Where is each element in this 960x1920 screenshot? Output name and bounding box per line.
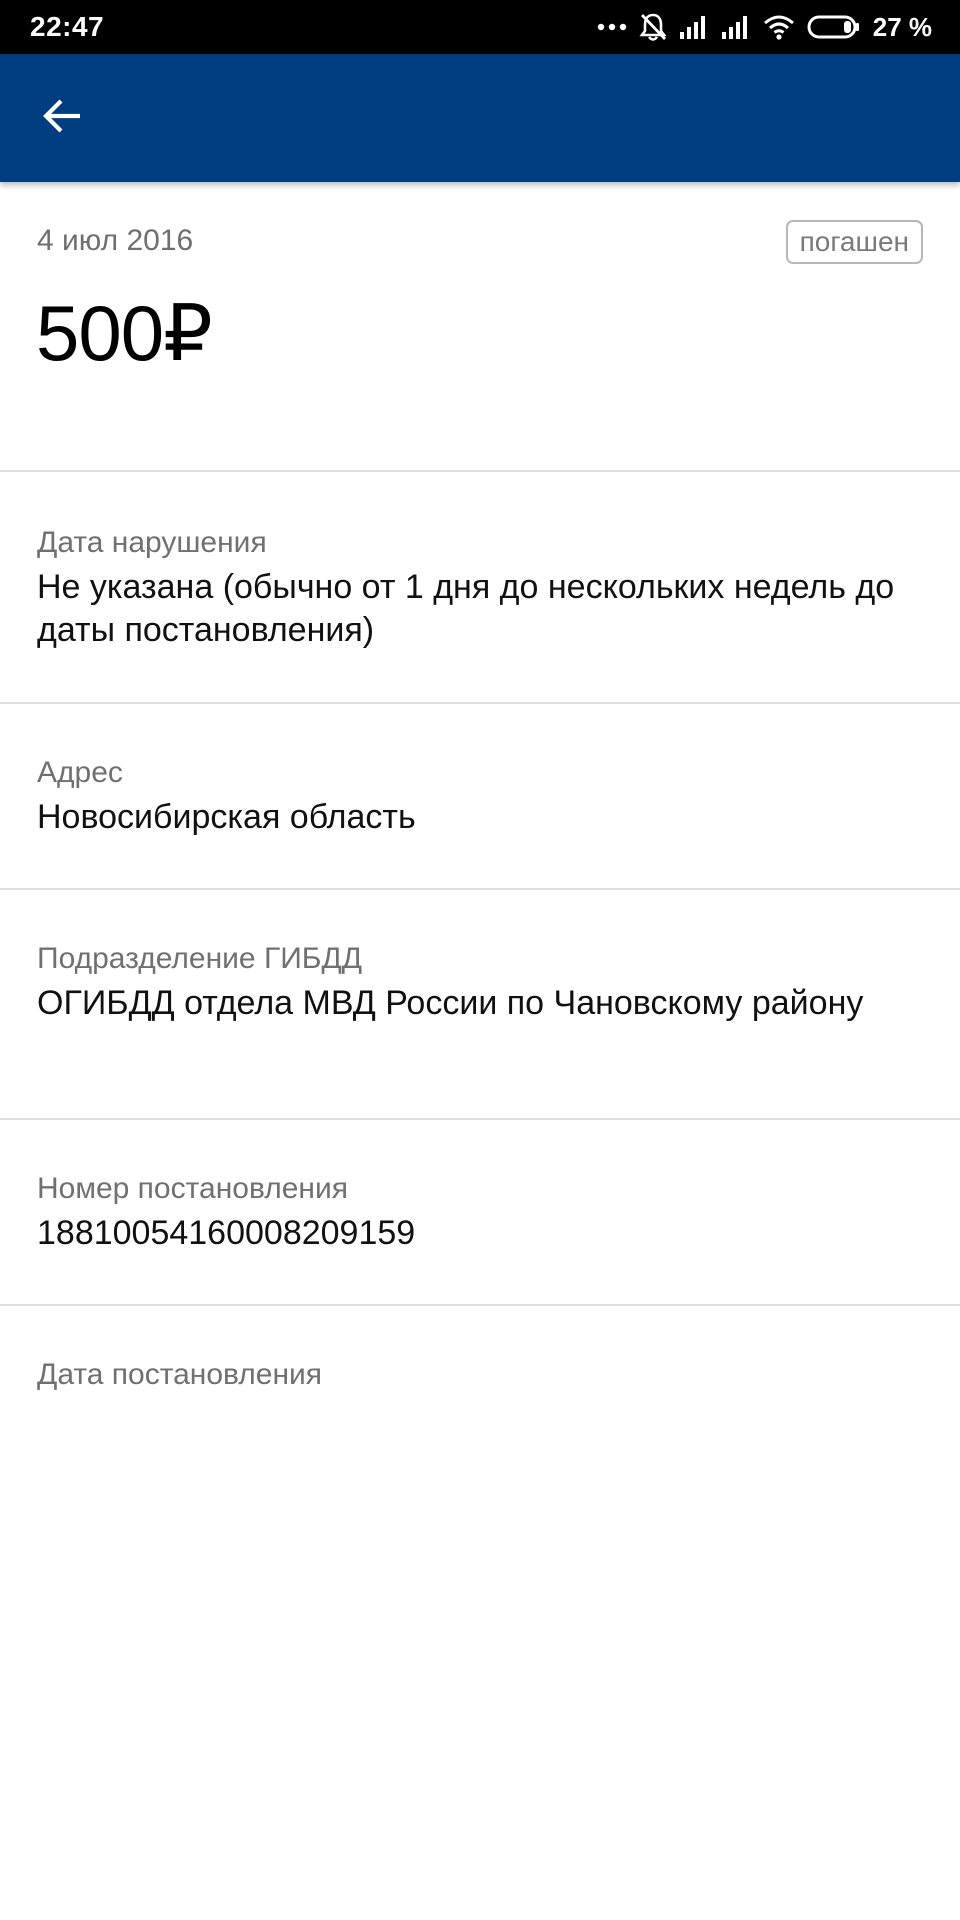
detail-label: Номер постановления [37,1172,348,1205]
more-dots-icon [597,22,627,32]
fine-date: 4 июл 2016 [37,224,194,257]
app-bar [0,54,960,182]
notifications-off-icon [639,12,667,42]
fine-header: 4 июл 2016 погашен 500₽ [0,182,960,472]
status-icons: 27 % [597,12,932,43]
status-bar: 22:47 27 % [0,0,960,54]
battery-icon [807,14,861,40]
detail-violation-date: Дата нарушения Не указана (обычно от 1 д… [0,472,960,704]
fine-amount: 500₽ [36,289,213,377]
back-button[interactable] [30,88,94,148]
detail-label: Дата постановления [37,1358,323,1391]
battery-percent: 27 % [872,11,932,42]
detail-resolution-date: Дата постановления [0,1306,960,1506]
detail-value: Новосибирская область [37,798,416,836]
detail-value: Не указана (обычно от 1 дня до нескольки… [37,568,895,649]
detail-label: Дата нарушения [37,526,267,559]
detail-value: ОГИБДД отдела МВД России по Чановскому р… [37,984,864,1022]
detail-label: Подразделение ГИБДД [37,942,363,975]
detail-resolution-number: Номер постановления 18810054160008209159 [0,1120,960,1306]
signal-icon [721,14,751,40]
status-badge: погашен [785,220,923,264]
detail-address: Адрес Новосибирская область [0,704,960,890]
signal-icon [679,14,709,40]
detail-department: Подразделение ГИБДД ОГИБДД отдела МВД Ро… [0,890,960,1120]
wifi-icon [763,14,795,40]
detail-label: Адрес [37,756,123,789]
status-time: 22:47 [30,11,105,42]
arrow-back-icon [42,98,82,138]
detail-value: 18810054160008209159 [37,1214,416,1252]
